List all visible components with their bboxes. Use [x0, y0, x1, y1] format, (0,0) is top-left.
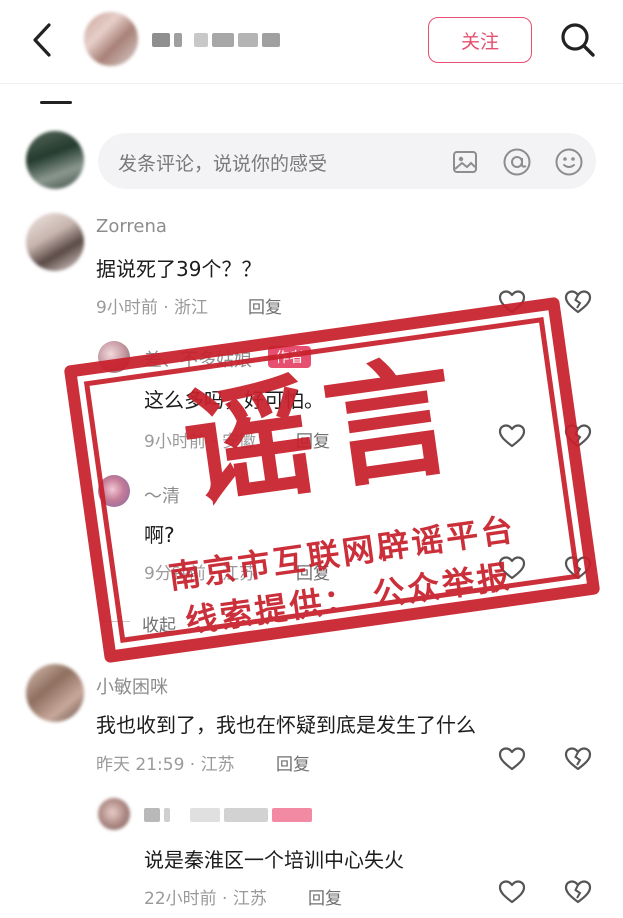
comment-location: 江苏 — [200, 755, 235, 775]
reply-time: 22小时前 — [144, 889, 217, 909]
heart-icon — [498, 880, 526, 904]
at-icon — [503, 148, 531, 176]
comment-location: 浙江 — [174, 298, 209, 318]
rumor-stamp-title: 谣言 — [174, 337, 477, 528]
reply-button[interactable]: 回复 — [308, 884, 342, 909]
emoji-button[interactable] — [554, 147, 584, 177]
mention-button[interactable] — [502, 147, 532, 177]
rumor-stamp-inner-border: 谣言 南京市互联网辟谣平台 线索提供： 公众举报 — [83, 316, 581, 644]
current-user-avatar — [26, 131, 84, 189]
back-button[interactable] — [22, 18, 62, 62]
commenter-avatar[interactable] — [26, 664, 84, 722]
comment-input-placeholder: 发条评论，说说你的感受 — [118, 153, 328, 175]
reply-avatar[interactable] — [98, 798, 130, 830]
comment-text: 我也收到了，我也在怀疑到底是发生了什么 — [96, 713, 476, 737]
reply-text: 说是秦淮区一个培训中心失火 — [144, 848, 404, 872]
comment-time: 9小时前 — [96, 298, 158, 318]
like-button[interactable] — [497, 744, 527, 774]
commenter-avatar[interactable] — [26, 213, 84, 271]
dislike-button[interactable] — [563, 877, 593, 907]
tab-indicator — [40, 101, 72, 104]
author-name-redacted[interactable] — [152, 30, 282, 50]
search-button[interactable] — [556, 18, 600, 62]
dislike-button[interactable] — [563, 744, 593, 774]
commenter-name[interactable]: 小敏困咪 — [96, 673, 168, 699]
comment-input[interactable]: 发条评论，说说你的感受 — [98, 133, 596, 189]
comment-time: 昨天 21:59 — [96, 755, 185, 775]
chevron-left-icon — [33, 23, 51, 57]
dislike-button[interactable] — [563, 287, 593, 317]
broken-heart-icon — [564, 747, 592, 771]
reply-button[interactable]: 回复 — [248, 293, 282, 318]
follow-button[interactable]: 关注 — [428, 17, 532, 63]
like-button[interactable] — [497, 877, 527, 907]
reply-meta: 22小时前 · 江苏 — [144, 889, 267, 909]
reply-button[interactable]: 回复 — [276, 750, 310, 775]
broken-heart-icon — [564, 290, 592, 314]
comment-meta: 9小时前 · 浙江 — [96, 298, 209, 318]
comment-meta: 昨天 21:59 · 江苏 — [96, 755, 235, 775]
image-icon — [453, 151, 477, 173]
author-avatar[interactable] — [84, 12, 138, 66]
search-icon — [561, 23, 595, 57]
reply-location: 江苏 — [232, 889, 267, 909]
reply-name-redacted[interactable] — [144, 806, 316, 824]
heart-icon — [498, 747, 526, 771]
broken-heart-icon — [564, 880, 592, 904]
top-bar: 关注 — [0, 0, 623, 84]
commenter-name[interactable]: Zorrena — [96, 216, 167, 237]
comment-text: 据说死了39个？？ — [96, 257, 262, 281]
image-button[interactable] — [450, 147, 480, 177]
smiley-icon — [555, 148, 583, 176]
